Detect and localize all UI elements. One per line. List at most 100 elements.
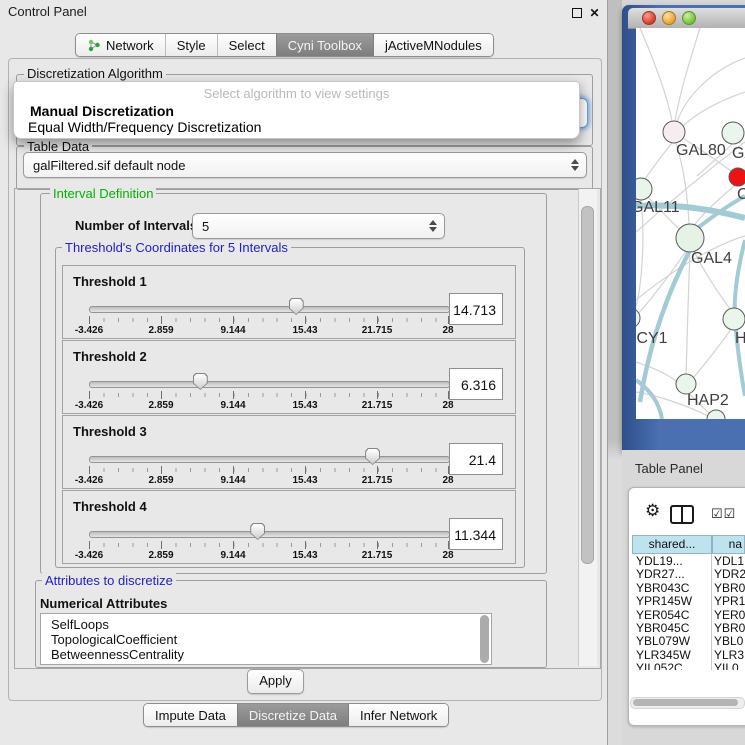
threshold-1-panel: Threshold 1 -3.426 2.859 9.144 15.43 21.… bbox=[62, 265, 516, 339]
float-window-icon[interactable] bbox=[570, 7, 583, 20]
numerical-attributes-list: SelfLoops TopologicalCoefficient Between… bbox=[40, 613, 492, 665]
node-label: GCY1 bbox=[636, 330, 668, 347]
node-label: C bbox=[737, 186, 745, 203]
table-data-combo[interactable]: galFiltered.sif default node bbox=[23, 152, 587, 178]
threshold-1-ticks: -3.426 2.859 9.144 15.43 21.715 28 bbox=[89, 316, 450, 336]
list-item[interactable]: SelfLoops bbox=[51, 617, 109, 632]
node-h[interactable] bbox=[723, 308, 745, 330]
threshold-2-slider-thumb[interactable] bbox=[193, 373, 208, 390]
threshold-4-slider-track[interactable] bbox=[89, 531, 450, 538]
tab-cyni-toolbox[interactable]: Cyni Toolbox bbox=[276, 34, 373, 56]
list-item[interactable]: TopologicalCoefficient bbox=[51, 632, 177, 647]
node-selected-red[interactable] bbox=[729, 168, 745, 186]
threshold-1-slider-thumb[interactable] bbox=[289, 298, 304, 315]
threshold-2-panel: Threshold 2 -3.426 2.859 9.144 15.43 21.… bbox=[62, 340, 516, 414]
control-panel-titlebar: Control Panel ✕ bbox=[0, 0, 607, 24]
tab-network[interactable]: Network bbox=[76, 34, 165, 56]
threshold-4-label: Threshold 4 bbox=[73, 499, 147, 514]
node-label: GAL4 bbox=[691, 250, 732, 267]
list-scrollbar-thumb[interactable] bbox=[480, 615, 489, 663]
table-row[interactable]: YDL19...YDL1 bbox=[632, 555, 745, 568]
network-nodes[interactable] bbox=[636, 121, 745, 419]
attributes-group-title: Attributes to discretize bbox=[42, 573, 176, 588]
threshold-3-label: Threshold 3 bbox=[73, 424, 147, 439]
node-label: GA bbox=[732, 145, 745, 162]
control-panel: Control Panel ✕ Network Style Select Cyn… bbox=[0, 0, 608, 745]
apply-button[interactable]: Apply bbox=[247, 669, 304, 694]
zoom-traffic-light[interactable] bbox=[682, 11, 696, 25]
network-canvas[interactable]: GAL80 GA C GAL11 GAL4 GCY1 H HAP2 bbox=[636, 28, 745, 419]
number-of-intervals-label: Number of Intervals bbox=[75, 218, 197, 233]
node-hap2[interactable] bbox=[676, 374, 696, 394]
network-edges bbox=[636, 28, 745, 417]
threshold-4-value-field[interactable]: 11.344 bbox=[449, 518, 503, 550]
discretization-algorithm-group-title: Discretization Algorithm bbox=[24, 66, 166, 81]
algorithm-popup-hint: Select algorithm to view settings bbox=[14, 86, 579, 101]
threshold-4-slider-thumb[interactable] bbox=[250, 523, 265, 540]
column-header-name[interactable]: na bbox=[712, 535, 745, 554]
tab-infer-network[interactable]: Infer Network bbox=[348, 704, 448, 726]
popup-item-equal-width-frequency[interactable]: Equal Width/Frequency Discretization bbox=[14, 119, 588, 135]
minimize-traffic-light[interactable] bbox=[662, 11, 676, 25]
list-item[interactable]: BetweennessCentrality bbox=[51, 647, 184, 662]
algorithm-dropdown-popup: Select algorithm to view settings Manual… bbox=[13, 81, 580, 139]
table-row[interactable]: YER054CYER0 bbox=[632, 609, 745, 622]
close-icon[interactable]: ✕ bbox=[588, 7, 601, 20]
number-of-intervals-value: 5 bbox=[193, 219, 428, 234]
column-separator bbox=[711, 554, 712, 670]
numerical-attributes-label: Numerical Attributes bbox=[40, 596, 167, 611]
cyni-mode-tabs: Impute Data Discretize Data Infer Networ… bbox=[143, 703, 449, 727]
number-of-intervals-combo[interactable]: 5 bbox=[192, 213, 445, 239]
node-label: GAL11 bbox=[636, 199, 680, 216]
node-gal4[interactable] bbox=[676, 224, 704, 252]
horizontal-scrollbar-thumb[interactable] bbox=[633, 699, 738, 706]
threshold-2-ticks: -3.426 2.859 9.144 15.43 21.715 28 bbox=[89, 391, 450, 411]
tab-impute-data[interactable]: Impute Data bbox=[144, 704, 237, 726]
column-layout-icon[interactable] bbox=[670, 505, 694, 524]
threshold-3-slider-thumb[interactable] bbox=[365, 448, 380, 465]
threshold-1-value-field[interactable]: 14.713 bbox=[449, 293, 503, 325]
table-row[interactable]: YBR043CYBR0 bbox=[632, 582, 745, 595]
table-panel-title: Table Panel bbox=[635, 461, 703, 476]
tab-jactivemnodules[interactable]: jActiveMNodules bbox=[373, 34, 493, 56]
table-data-combo-value: galFiltered.sif default node bbox=[24, 158, 570, 173]
table-row[interactable]: YBL079WYBL0 bbox=[632, 635, 745, 648]
popup-item-manual-discretization[interactable]: Manual Discretization bbox=[14, 103, 590, 119]
interval-definition-group-title: Interval Definition bbox=[50, 186, 156, 201]
threshold-1-slider-track[interactable] bbox=[89, 306, 450, 313]
table-row[interactable]: YDR27...YDR2 bbox=[632, 568, 745, 581]
tab-discretize-data[interactable]: Discretize Data bbox=[237, 704, 348, 726]
threshold-3-ticks: -3.426 2.859 9.144 15.43 21.715 28 bbox=[89, 466, 450, 486]
threshold-2-value-field[interactable]: 6.316 bbox=[449, 368, 503, 400]
threshold-1-label: Threshold 1 bbox=[73, 274, 147, 289]
combo-arrows-icon bbox=[570, 159, 579, 171]
node-label: H bbox=[735, 330, 745, 347]
tab-select[interactable]: Select bbox=[217, 34, 276, 56]
gear-icon[interactable]: ⚙ bbox=[645, 501, 660, 521]
node-gal80[interactable] bbox=[663, 121, 685, 143]
node-gcy1[interactable] bbox=[636, 308, 640, 328]
table-row[interactable]: YPR145WYPR1 bbox=[632, 595, 745, 608]
table-rows: YDL19...YDL1 YDR27...YDR2 YBR043CYBR0 YP… bbox=[632, 555, 745, 670]
column-header-shared[interactable]: shared... bbox=[632, 535, 712, 554]
select-columns-checkboxes-icon[interactable]: ☑☑ bbox=[711, 506, 736, 522]
close-traffic-light[interactable] bbox=[642, 11, 656, 25]
network-node-labels: GAL80 GA C GAL11 GAL4 GCY1 H HAP2 bbox=[636, 142, 745, 409]
node-label: HAP2 bbox=[687, 392, 729, 409]
scrollbar-thumb[interactable] bbox=[581, 206, 594, 564]
panel-divider[interactable] bbox=[608, 0, 622, 745]
threshold-2-label: Threshold 2 bbox=[73, 349, 147, 364]
node-gal11[interactable] bbox=[636, 178, 652, 200]
thresholds-group-title: Threshold's Coordinates for 5 Intervals bbox=[62, 240, 291, 255]
node-bottom[interactable] bbox=[707, 410, 725, 419]
threshold-2-slider-track[interactable] bbox=[89, 381, 450, 388]
node-label: GAL80 bbox=[676, 142, 726, 159]
table-row[interactable]: YIL052CYIL0 bbox=[632, 662, 745, 670]
combo-arrows-icon bbox=[428, 220, 437, 232]
threshold-3-slider-track[interactable] bbox=[89, 456, 450, 463]
table-row[interactable]: YLR345WYLR3 bbox=[632, 649, 745, 662]
tab-style[interactable]: Style bbox=[165, 34, 217, 56]
threshold-3-value-field[interactable]: 21.4 bbox=[449, 443, 503, 475]
table-row[interactable]: YBR045CYBR0 bbox=[632, 622, 745, 635]
node-top-right[interactable] bbox=[722, 122, 744, 144]
